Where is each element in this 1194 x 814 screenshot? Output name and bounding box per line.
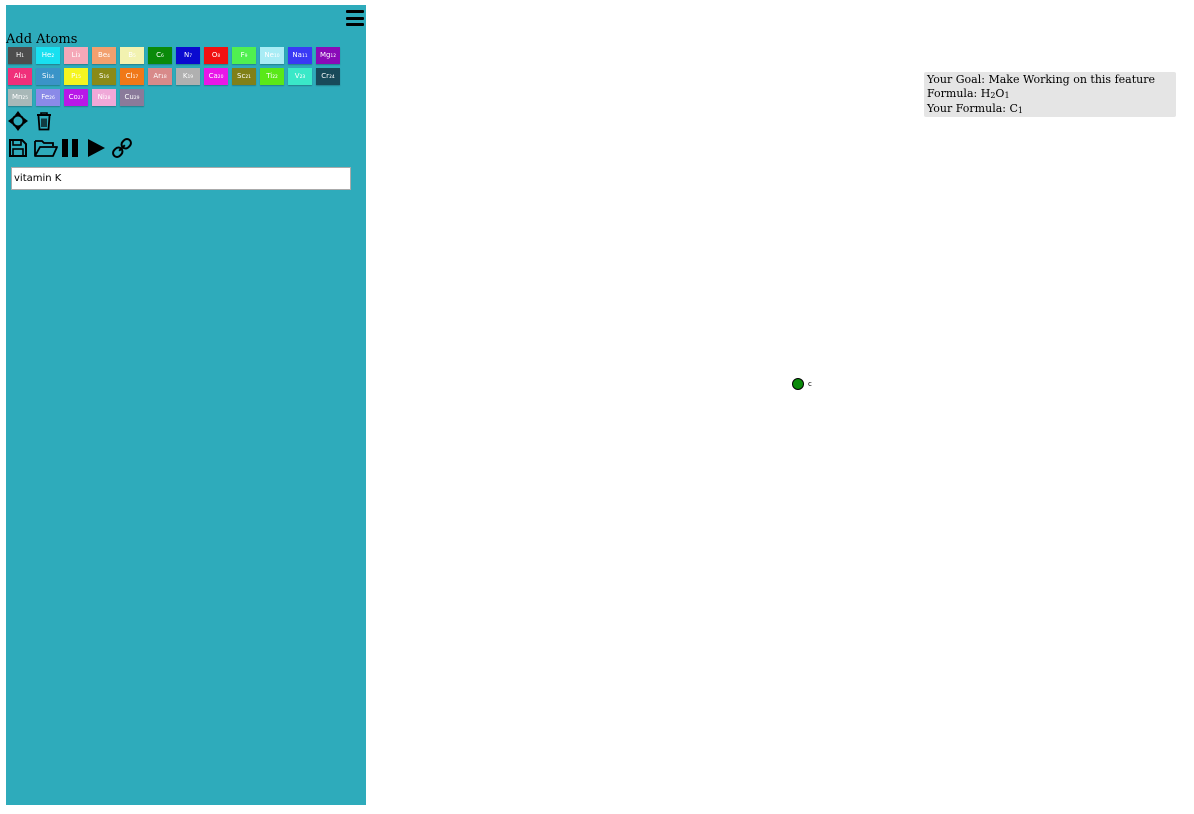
formula-element: C — [1009, 102, 1018, 115]
add-atom-button[interactable]: Si₁₄ — [36, 68, 60, 85]
play-icon[interactable] — [86, 138, 106, 158]
add-atom-button[interactable]: Ca₂₀ — [204, 68, 228, 85]
add-atom-button[interactable]: Li₃ — [64, 47, 88, 64]
add-atom-button[interactable]: F₉ — [232, 47, 256, 64]
add-atom-button[interactable]: K₁₉ — [176, 68, 200, 85]
edit-tools-row — [8, 111, 54, 131]
add-atom-button[interactable]: Mg₁₂ — [316, 47, 340, 64]
add-atom-button[interactable]: Be₄ — [92, 47, 116, 64]
add-atom-button[interactable]: H₁ — [8, 47, 32, 64]
link-icon[interactable] — [112, 138, 132, 158]
move-icon[interactable] — [8, 111, 28, 131]
add-atom-button[interactable]: B₅ — [120, 47, 144, 64]
file-tools-row — [8, 138, 132, 158]
add-atom-button[interactable]: Cl₁₇ — [120, 68, 144, 85]
add-atom-button[interactable]: Co₂₇ — [64, 89, 88, 106]
add-atom-button[interactable]: Ar₁₈ — [148, 68, 172, 85]
add-atom-button[interactable]: S₁₆ — [92, 68, 116, 85]
formula-count: 1 — [1017, 106, 1023, 115]
atom-row: H₁ He₂ Li₃ Be₄ B₅ C₆ N₇ O₈ F₉ Ne₁₀ Na₁₁ Mg₁₂ — [8, 47, 360, 64]
atom-row: Mn₂₅ Fe₂₆ Co₂₇ Ni₂₈ Cu₂₉ — [8, 89, 360, 106]
add-atom-button[interactable]: V₂₃ — [288, 68, 312, 85]
add-atom-button[interactable]: Mn₂₅ — [8, 89, 32, 106]
your-formula-prefix: Your Formula: — [927, 102, 1010, 115]
pause-icon[interactable] — [60, 138, 80, 158]
trash-icon[interactable] — [34, 111, 54, 131]
open-folder-icon[interactable] — [34, 138, 58, 158]
molecule-search-input[interactable] — [11, 167, 351, 190]
hamburger-menu-icon[interactable] — [346, 10, 364, 26]
add-atom-button[interactable]: Ni₂₈ — [92, 89, 116, 106]
atom-row: Al₁₃ Si₁₄ P₁₅ S₁₆ Cl₁₇ Ar₁₈ K₁₉ Ca₂₀ Sc₂₁ Ti₂₂ V₂₃… — [8, 68, 360, 85]
goal-formula-prefix: Formula: — [927, 86, 981, 100]
add-atom-button[interactable]: O₈ — [204, 47, 228, 64]
add-atom-button[interactable]: Fe₂₆ — [36, 89, 60, 106]
add-atom-button[interactable]: Sc₂₁ — [232, 68, 256, 85]
your-formula: Your Formula: C1 — [927, 102, 1173, 118]
formula-element: H — [980, 86, 991, 100]
add-atom-button[interactable]: Na₁₁ — [288, 47, 312, 64]
sidebar: Add Atoms H₁ He₂ Li₃ Be₄ B₅ C₆ N₇ O₈ F₉ Ne₁₀ Na₁₁ M… — [6, 5, 366, 805]
add-atom-button[interactable]: He₂ — [36, 47, 60, 64]
add-atom-button[interactable]: Cu₂₉ — [120, 89, 144, 106]
goal-formula: Formula: H2O1 — [927, 87, 1173, 103]
add-atom-button[interactable]: P₁₅ — [64, 68, 88, 85]
save-icon[interactable] — [8, 138, 28, 158]
atom-node-label: c — [808, 380, 812, 388]
add-atom-button[interactable]: N₇ — [176, 47, 200, 64]
add-atom-button[interactable]: Ne₁₀ — [260, 47, 284, 64]
add-atom-button[interactable]: C₆ — [148, 47, 172, 64]
add-atoms-title: Add Atoms — [6, 32, 78, 47]
carbon-atom-node[interactable] — [792, 378, 804, 390]
add-atom-button[interactable]: Al₁₃ — [8, 68, 32, 85]
add-atom-button[interactable]: Cr₂₄ — [316, 68, 340, 85]
atom-palette: H₁ He₂ Li₃ Be₄ B₅ C₆ N₇ O₈ F₉ Ne₁₀ Na₁₁ Mg₁₂ Al₁₃ Si₁… — [8, 47, 360, 110]
formula-count: 1 — [1004, 90, 1010, 100]
goal-text: Your Goal: Make Working on this feature — [927, 73, 1155, 86]
add-atom-button[interactable]: Ti₂₂ — [260, 68, 284, 85]
goal-panel: Your Goal: Make Working on this feature … — [924, 72, 1176, 117]
